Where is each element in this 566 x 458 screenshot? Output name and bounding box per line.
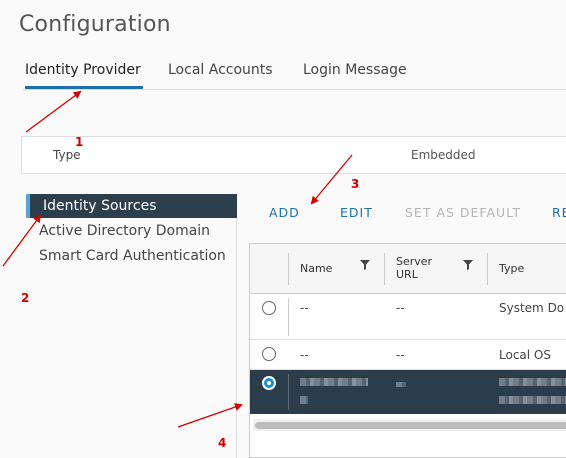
column-separator	[288, 253, 289, 285]
column-type-header[interactable]: Type	[499, 262, 524, 275]
row-server-url: --	[396, 301, 405, 315]
row-type: System Do	[499, 301, 565, 315]
annotation-label-3: 3	[351, 177, 360, 191]
set-as-default-button: SET AS DEFAULT	[405, 205, 522, 220]
row-separator	[288, 374, 289, 410]
tab-local-accounts[interactable]: Local Accounts	[168, 62, 273, 90]
row-select-radio-checked[interactable]	[262, 376, 276, 390]
horizontal-scrollbar[interactable]	[253, 419, 566, 431]
row-name: --	[300, 348, 309, 362]
column-server-url-header[interactable]: Server URL	[396, 255, 432, 281]
type-label: Type	[53, 148, 81, 162]
annotation-label-2: 2	[21, 291, 30, 305]
redacted-name	[300, 396, 308, 404]
type-value: Embedded	[411, 148, 476, 162]
page-title: Configuration	[19, 12, 171, 37]
annotation-arrow-1	[25, 90, 82, 133]
column-separator	[487, 253, 488, 285]
redacted-name	[300, 378, 368, 386]
name-filter-icon[interactable]	[360, 260, 370, 270]
sidebar-item-active-directory-domain[interactable]: Active Directory Domain	[26, 219, 237, 243]
row-separator	[288, 298, 289, 336]
add-button[interactable]: ADD	[269, 205, 300, 220]
column-name-header[interactable]: Name	[300, 262, 332, 275]
more-action-button[interactable]: RE	[552, 205, 566, 220]
row-select-radio[interactable]	[262, 301, 276, 315]
row-select-radio[interactable]	[262, 347, 276, 361]
redacted-type	[499, 378, 566, 386]
table-row[interactable]: -- -- System Do	[250, 294, 566, 340]
sidebar-item-smart-card-authentication[interactable]: Smart Card Authentication	[26, 244, 237, 268]
identity-provider-type-panel: Type Embedded	[21, 136, 566, 174]
identity-sources-grid: Name Server URL Type -- -- System Do -- …	[249, 243, 566, 458]
tab-login-message[interactable]: Login Message	[303, 62, 407, 90]
annotation-label-4: 4	[218, 436, 227, 450]
sidebar-item-identity-sources[interactable]: Identity Sources	[26, 194, 237, 218]
scrollbar-thumb[interactable]	[255, 422, 566, 429]
redacted-server-url	[396, 382, 406, 387]
row-name: --	[300, 301, 309, 315]
edit-button[interactable]: EDIT	[340, 205, 373, 220]
tab-identity-provider[interactable]: Identity Provider	[25, 62, 143, 90]
tabs-divider	[23, 89, 566, 90]
identity-sidebar: Identity Sources Active Directory Domain…	[26, 194, 237, 458]
column-separator	[384, 253, 385, 285]
annotation-label-1: 1	[75, 135, 84, 149]
grid-header: Name Server URL Type	[250, 244, 566, 294]
server-url-filter-icon[interactable]	[463, 260, 473, 270]
redacted-type	[499, 396, 566, 404]
table-row[interactable]: -- -- Local OS	[250, 340, 566, 370]
table-row-selected[interactable]	[250, 370, 566, 414]
row-server-url: --	[396, 348, 405, 362]
row-type: Local OS	[499, 348, 551, 362]
